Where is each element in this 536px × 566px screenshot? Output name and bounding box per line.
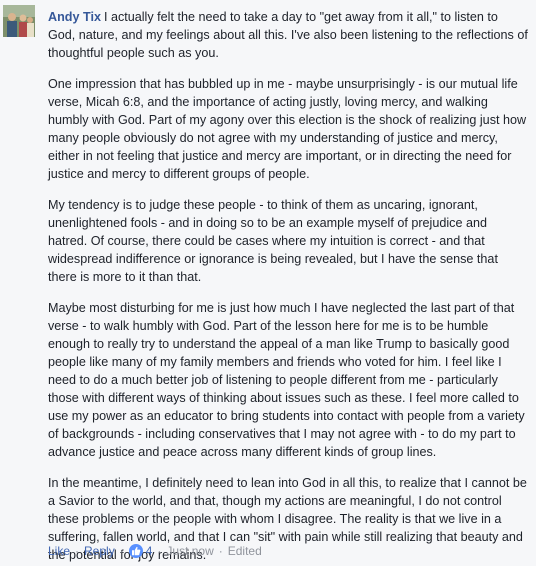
like-count: 4 [145,544,153,558]
avatar-photo [3,5,35,37]
comment-paragraph: Andy Tix I actually felt the need to take… [48,8,528,62]
separator: · [75,544,80,558]
author-name[interactable]: Andy Tix [48,10,101,24]
comment-actions: Like · Reply · 4 · Just now · Edited [48,542,262,560]
timestamp[interactable]: Just now [166,542,213,560]
comment-paragraph: Maybe most disturbing for me is just how… [48,301,525,459]
edited-label[interactable]: Edited [228,542,262,560]
comment-text: I actually felt the need to take a day t… [48,10,528,60]
like-link[interactable]: Like [48,542,70,560]
comment-paragraph: One impression that has bubbled up in me… [48,77,527,181]
separator: · [119,544,124,558]
like-count-badge[interactable]: 4 [128,542,153,560]
separator: · [157,544,162,558]
reply-link[interactable]: Reply [84,542,115,560]
avatar[interactable] [3,5,35,37]
comment: Andy Tix I actually felt the need to take… [0,0,536,566]
thumbs-up-icon [128,544,143,558]
comment-paragraph: My tendency is to judge these people - t… [48,198,498,284]
comment-body: Andy Tix I actually felt the need to take… [48,8,528,566]
separator: · [218,544,223,558]
